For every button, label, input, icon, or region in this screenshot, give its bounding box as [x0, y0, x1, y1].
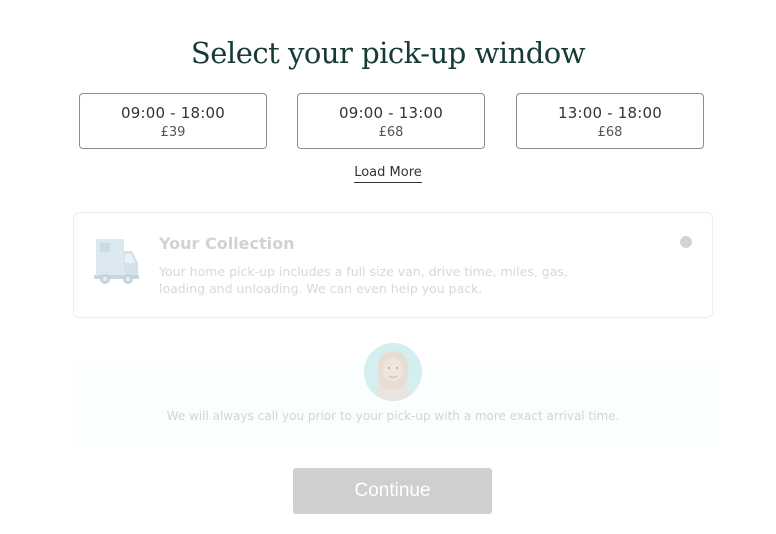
slot-option-2[interactable]: 09:00 - 13:00 £68: [297, 93, 485, 149]
slot-time: 13:00 - 18:00: [557, 104, 662, 122]
collection-radio[interactable]: [680, 236, 692, 248]
collection-title: Your Collection: [159, 234, 295, 253]
slot-price: £68: [378, 125, 404, 140]
collection-description: Your home pick-up includes a full size v…: [159, 264, 568, 296]
slot-time: 09:00 - 13:00: [338, 104, 443, 122]
agent-avatar: [364, 343, 422, 401]
page-title: Select your pick-up window: [190, 36, 586, 70]
slot-option-1[interactable]: 09:00 - 18:00 £39: [79, 93, 267, 149]
collection-card[interactable]: Your Collection Your home pick-up includ…: [73, 212, 713, 318]
slot-option-3[interactable]: 13:00 - 18:00 £68: [516, 93, 704, 149]
continue-button[interactable]: Continue: [293, 468, 492, 514]
pickup-window-page: Select your pick-up window 09:00 - 18:00…: [0, 0, 776, 534]
slot-price: £68: [597, 125, 623, 140]
call-notice-text: We will always call you prior to your pi…: [166, 409, 620, 423]
load-more-link[interactable]: Load More: [354, 165, 422, 183]
load-more-row: Load More: [0, 163, 776, 183]
slot-price: £39: [160, 125, 186, 140]
slot-time: 09:00 - 18:00: [120, 104, 225, 122]
van-icon: [94, 235, 140, 287]
